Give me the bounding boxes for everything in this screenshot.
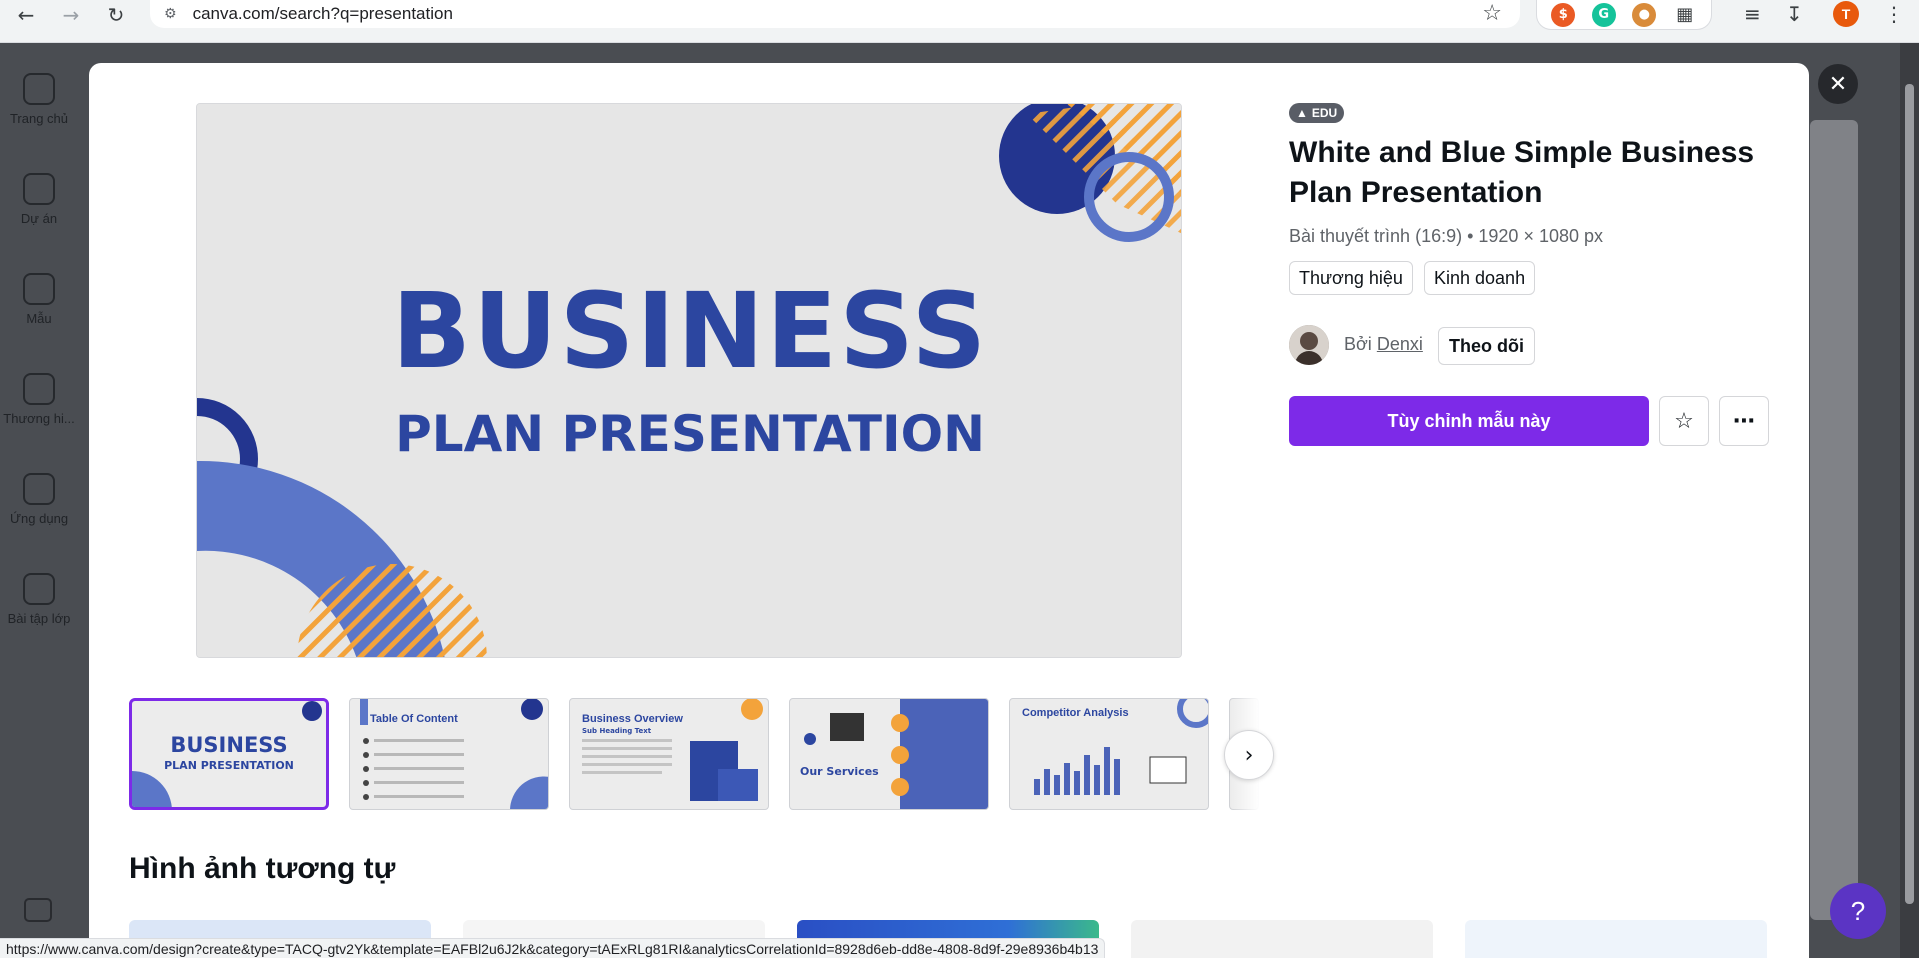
honey-extension-icon[interactable]: $ [1551,2,1576,27]
author-avatar-image [1289,325,1329,365]
thumbnail-page-5[interactable]: Competitor Analysis [1009,698,1209,810]
forward-icon[interactable]: → [55,0,87,30]
canva-sidebar: Trang chủ Dự án Mẫu Thương hi... Ứng dụn… [0,43,78,958]
tag-brand[interactable]: Thương hiệu [1289,261,1413,295]
address-bar[interactable]: ⚙ canva.com/search?q=presentation ☆ [150,0,1520,28]
brand-icon [23,373,55,405]
thumbnail-subtitle: PLAN PRESENTATION [164,759,294,772]
site-info-icon[interactable]: ⚙ [164,6,177,22]
reload-icon[interactable]: ↻ [100,0,132,30]
sidebar-item-templates[interactable]: Mẫu [0,273,78,326]
page-thumbnails: BUSINESS PLAN PRESENTATION Table Of Cont… [129,698,1259,812]
template-meta: Bài thuyết trình (16:9) • 1920 × 1080 px [1289,226,1604,246]
address-url[interactable]: canva.com/search?q=presentation [193,4,453,24]
sidebar-item-home[interactable]: Trang chủ [0,73,78,126]
assignments-icon [23,573,55,605]
author-link[interactable]: Denxi [1377,334,1423,354]
author-line: Bởi Denxi [1344,334,1423,354]
feedback-icon[interactable] [24,898,52,922]
tab-search-icon[interactable]: ≡ [1744,0,1761,28]
grammarly-extension-icon[interactable]: G [1591,2,1616,27]
thumbnail-page-3[interactable]: Business Overview Sub Heading Text [569,698,769,810]
extensions-group: $ G ● ▦ [1536,0,1712,30]
sidebar-item-assignments[interactable]: Bài tập lớp [0,573,78,626]
sidebar-item-projects[interactable]: Dự án [0,173,78,226]
thumbnail-graphics [582,699,763,801]
thumbnail-graphics [1034,699,1208,795]
edu-badge: ▲ EDU [1289,103,1345,123]
status-bar-url: https://www.canva.com/design?create&type… [0,938,1106,958]
similar-card-5[interactable] [1465,920,1767,958]
graduation-cap-icon: ▲ [1296,106,1308,120]
help-button[interactable]: ? [1830,883,1886,939]
thumbnail-page-1[interactable]: BUSINESS PLAN PRESENTATION [129,698,329,810]
thumbnail-page-4[interactable]: Our Services [789,698,989,810]
customize-template-button[interactable]: Tùy chỉnh mẫu này [1289,396,1649,446]
download-icon[interactable]: ↧ [1786,0,1803,28]
background-results-strip [1810,120,1858,920]
cookie-extension-icon[interactable]: ● [1632,2,1657,27]
thumbnail-graphics [804,699,988,809]
more-options-icon[interactable]: ⋯ [1719,396,1769,446]
similar-card-4[interactable] [1131,920,1433,958]
follow-button[interactable]: Theo dõi [1438,327,1535,365]
sidebar-item-brand[interactable]: Thương hi... [0,373,78,426]
sidebar-item-apps[interactable]: Ứng dụng [0,473,78,526]
home-icon [23,73,55,105]
preview-subtitle-text: PLAN PRESENTATION [395,405,985,463]
browser-menu-icon[interactable]: ⋮ [1884,0,1904,28]
tag-business[interactable]: Kinh doanh [1424,261,1536,295]
templates-icon [23,273,55,305]
preview-title-text: BUSINESS [391,270,989,392]
profile-avatar[interactable]: T [1833,0,1859,28]
thumbnails-next-button[interactable]: › [1224,730,1274,780]
thumbnail-page-2[interactable]: Table Of Content [349,698,549,810]
browser-toolbar: ← → ↻ ⚙ canva.com/search?q=presentation … [0,0,1919,43]
extensions-puzzle-icon[interactable]: ▦ [1672,2,1697,27]
thumbnail-graphics [360,699,548,809]
folder-icon [23,173,55,205]
thumbnail-title: BUSINESS [170,733,288,757]
template-preview-image[interactable]: BUSINESS PLAN PRESENTATION [196,103,1182,658]
similar-images-heading: Hình ảnh tương tự [129,852,396,885]
apps-icon [23,473,55,505]
author-avatar[interactable] [1289,325,1329,365]
back-icon[interactable]: ← [10,0,42,30]
template-title: White and Blue Simple Business Plan Pres… [1289,136,1755,209]
thumbnail-title: Our Services [800,765,879,778]
close-modal-button[interactable]: ✕ [1818,64,1858,104]
bookmark-star-icon[interactable]: ☆ [1482,1,1502,26]
favorite-star-icon[interactable]: ☆ [1659,396,1709,446]
scrollbar-thumb[interactable] [1905,84,1914,904]
